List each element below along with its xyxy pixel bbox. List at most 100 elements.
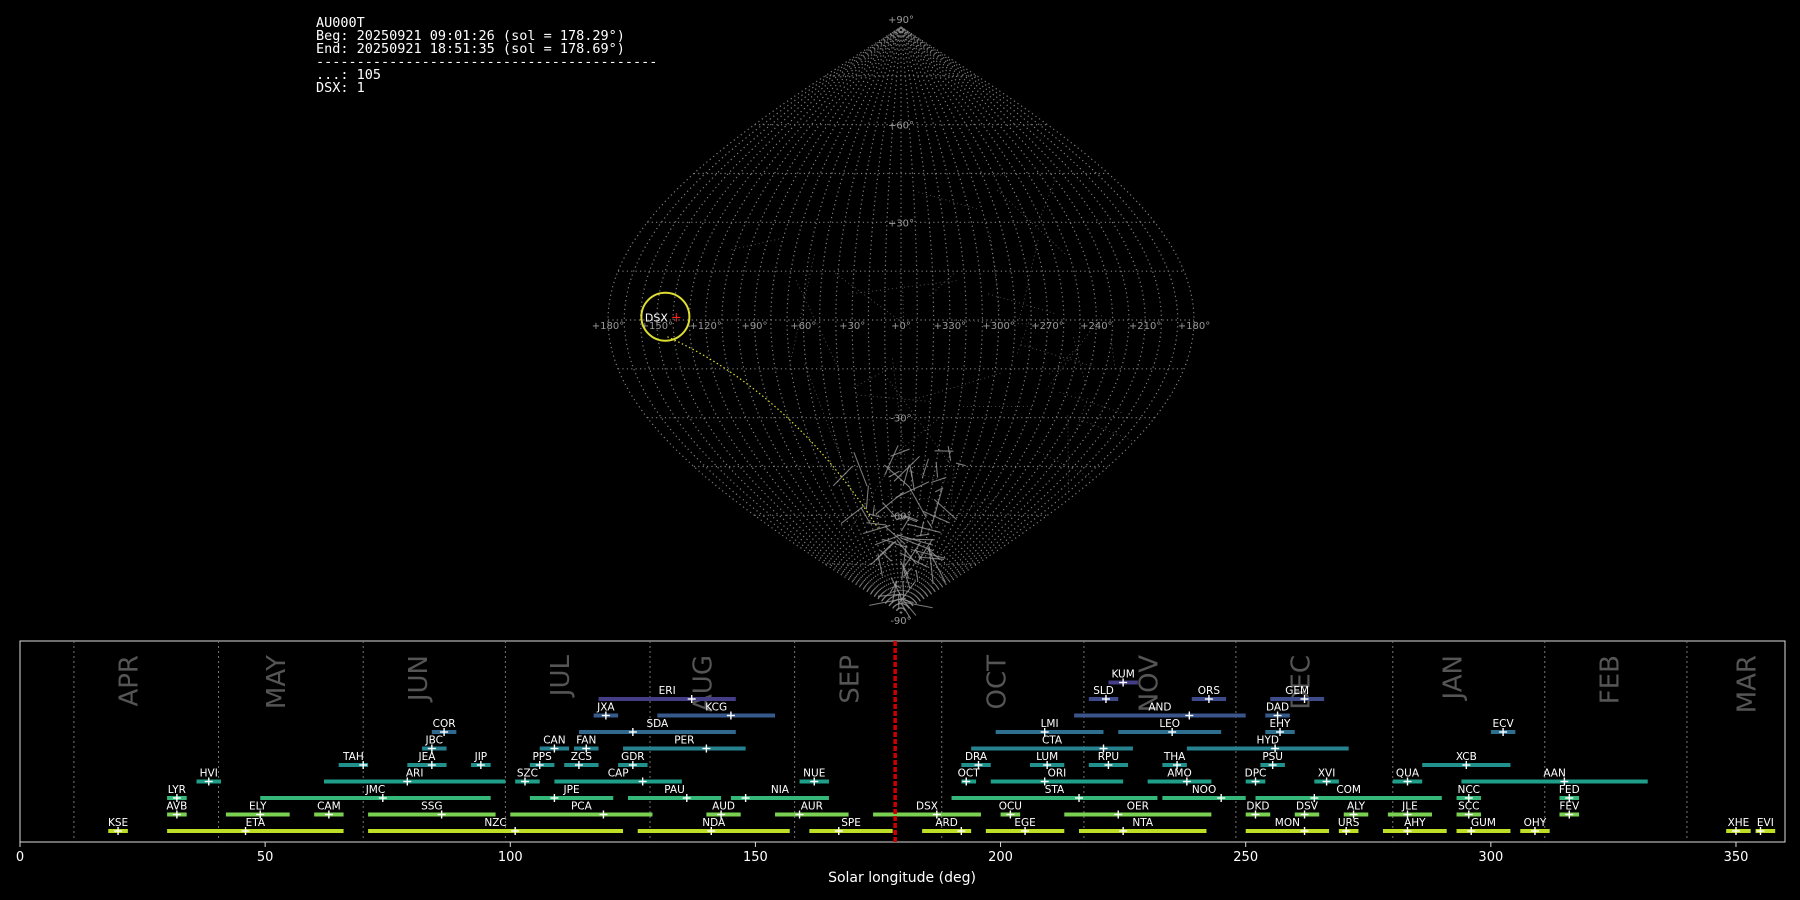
- shower-code-label: NUE: [803, 768, 825, 780]
- x-tick-label: 100: [498, 850, 523, 865]
- shower-code-label: LEO: [1159, 718, 1180, 730]
- shower-code-label: COR: [433, 718, 456, 730]
- shower-timeline-chart: APR MAY JUN JUL AUG SEP OCT NOV DEC JAN FEB MAR KUM…: [16, 640, 1786, 886]
- shower-code-label: CAP: [608, 768, 629, 780]
- shower-code-label: XCB: [1456, 751, 1477, 763]
- shower-code-label: AND: [1148, 702, 1171, 714]
- shower-code-label: ORS: [1198, 685, 1221, 697]
- shower-code-label: KUM: [1111, 669, 1134, 681]
- month-label: MAR: [1733, 655, 1763, 713]
- shower-code-label: DAD: [1266, 702, 1289, 714]
- shower-code-label: AAN: [1543, 768, 1566, 780]
- x-tick-label: 250: [1233, 850, 1258, 865]
- shower-code-label: ETA: [246, 817, 266, 829]
- shower-code-label: SCC: [1458, 801, 1479, 813]
- shower-code-label: KCG: [705, 702, 727, 714]
- shower-code-label: GUM: [1471, 817, 1496, 829]
- shower-code-label: AMO: [1167, 768, 1192, 780]
- shower-code-label: JPE: [563, 784, 580, 796]
- shower-code-label: EHY: [1270, 718, 1292, 730]
- shower-code-label: CAM: [317, 801, 341, 813]
- shower-code-label: ECV: [1493, 718, 1515, 730]
- shower-code-label: HVI: [200, 768, 218, 780]
- shower-code-label: OCU: [999, 801, 1022, 813]
- month-label: APR: [115, 655, 145, 707]
- month-label: OCT: [982, 655, 1012, 710]
- month-label: DEC: [1286, 655, 1316, 710]
- shower-code-label: SSG: [421, 801, 442, 813]
- shower-code-label: NIA: [771, 784, 790, 796]
- shower-code-label: AHY: [1404, 817, 1426, 829]
- month-label: JUL: [546, 654, 576, 698]
- x-tick-label: 350: [1724, 850, 1749, 865]
- shower-code-label: SZC: [517, 768, 538, 780]
- shower-code-label: AUR: [801, 801, 823, 813]
- timeline-xlabel: Solar longitude (deg): [828, 870, 976, 886]
- month-label: SEP: [835, 655, 865, 704]
- x-tick-label: 50: [257, 850, 274, 865]
- shower-code-label: AVB: [166, 801, 187, 813]
- shower-code-label: FEV: [1559, 801, 1580, 813]
- shower-code-label: FED: [1559, 784, 1580, 796]
- shower-code-label: EVI: [1757, 817, 1774, 829]
- shower-code-label: AUD: [712, 801, 735, 813]
- shower-code-label: CAN: [543, 735, 565, 747]
- shower-code-label: DPC: [1245, 768, 1267, 780]
- shower-code-label: COM: [1336, 784, 1361, 796]
- month-label: FEB: [1595, 655, 1625, 704]
- shower-code-label: OER: [1127, 801, 1149, 813]
- shower-code-label: GEM: [1285, 685, 1309, 697]
- shower-code-label: PSU: [1262, 751, 1283, 763]
- shower-code-label: DSX: [916, 801, 938, 813]
- shower-code-label: ALY: [1347, 801, 1366, 813]
- shower-code-label: JMC: [365, 784, 386, 796]
- timeline-x-axis: 0 50 100 150 200 250 300 350: [16, 842, 1749, 865]
- shower-code-label: NTA: [1132, 817, 1153, 829]
- shower-code-label: LUM: [1036, 751, 1058, 763]
- shower-code-label: EGE: [1014, 817, 1035, 829]
- shower-code-label: ELY: [249, 801, 267, 813]
- shower-code-label: URS: [1338, 817, 1360, 829]
- shower-code-label: LYR: [168, 784, 186, 796]
- shower-code-label: JXA: [596, 702, 615, 714]
- shower-code-label: XVI: [1318, 768, 1335, 780]
- shower-code-label: SLD: [1093, 685, 1114, 697]
- shower-code-label: DRA: [965, 751, 988, 763]
- shower-code-label: KSE: [108, 817, 128, 829]
- shower-code-label: THA: [1163, 751, 1186, 763]
- month-label: JAN: [1438, 655, 1468, 701]
- shower-code-label: OCT: [958, 768, 981, 780]
- shower-code-label: PER: [674, 735, 694, 747]
- shower-code-label: PAU: [664, 784, 685, 796]
- shower-code-label: SDA: [646, 718, 669, 730]
- shower-code-label: ARD: [935, 817, 958, 829]
- x-tick-label: 300: [1478, 850, 1503, 865]
- shower-code-label: CTA: [1042, 735, 1063, 747]
- x-tick-label: 0: [16, 850, 24, 865]
- shower-code-label: PCA: [571, 801, 593, 813]
- shower-code-label: RPU: [1098, 751, 1119, 763]
- shower-code-label: JBC: [425, 735, 443, 747]
- shower-code-label: FAN: [576, 735, 596, 747]
- shower-code-label: MON: [1275, 817, 1300, 829]
- shower-code-label: ARI: [406, 768, 424, 780]
- x-tick-label: 200: [988, 850, 1013, 865]
- shower-code-label: TAH: [342, 751, 364, 763]
- shower-code-label: HYD: [1257, 735, 1279, 747]
- shower-code-label: NZC: [484, 817, 506, 829]
- shower-code-label: JLE: [1401, 801, 1418, 813]
- month-label: JUN: [404, 655, 434, 703]
- shower-code-label: DSV: [1296, 801, 1319, 813]
- shower-code-label: OHY: [1524, 817, 1547, 829]
- shower-code-label: NOO: [1192, 784, 1216, 796]
- shower-code-label: XHE: [1728, 817, 1750, 829]
- shower-code-label: QUA: [1396, 768, 1420, 780]
- shower-code-label: NDA: [702, 817, 726, 829]
- shower-code-label: SPE: [841, 817, 861, 829]
- shower-code-label: GDR: [621, 751, 645, 763]
- shower-code-label: LMI: [1041, 718, 1059, 730]
- shower-code-label: DKD: [1246, 801, 1269, 813]
- x-tick-label: 150: [743, 850, 768, 865]
- shower-code-label: ORI: [1048, 768, 1067, 780]
- shower-code-label: JEA: [417, 751, 436, 763]
